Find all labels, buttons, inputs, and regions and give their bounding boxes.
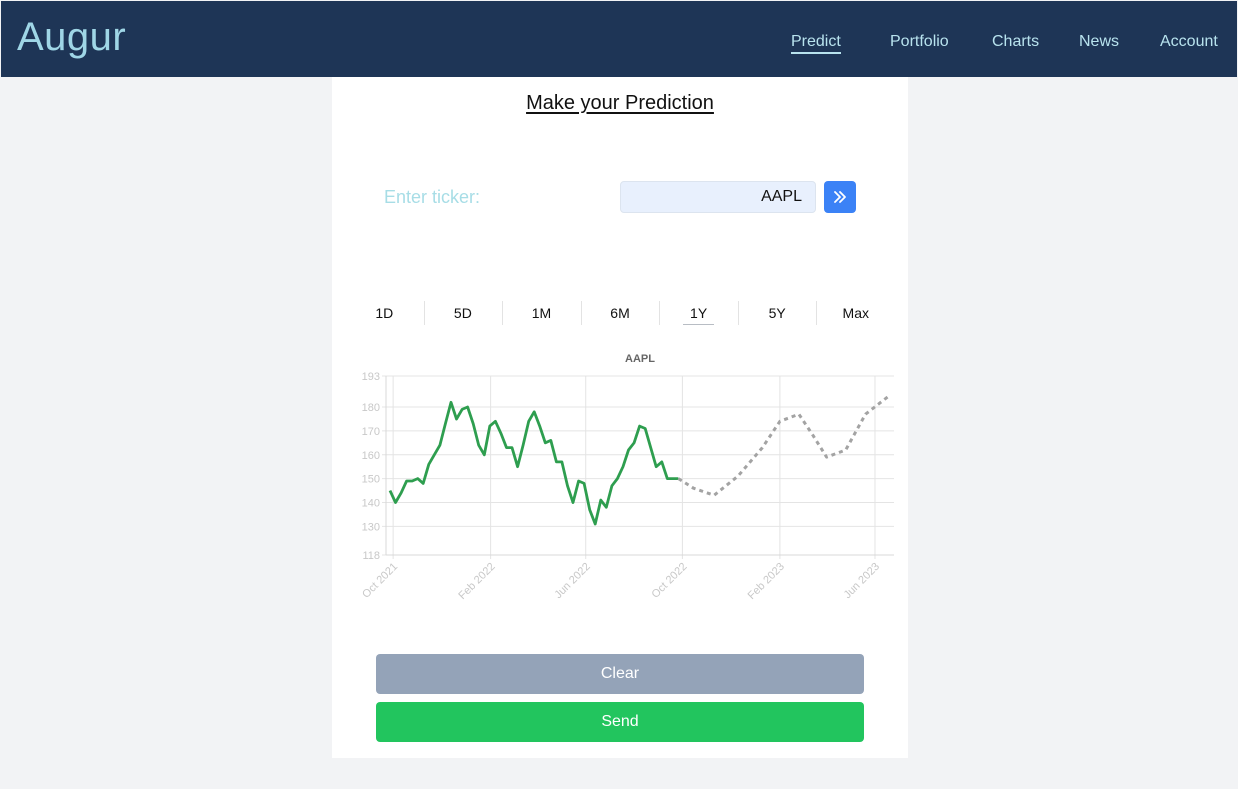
double-chevron-right-icon [834,191,846,203]
nav-news[interactable]: News [1079,33,1119,51]
chart-title: AAPL [625,353,655,365]
prediction-card: Make your Prediction Enter ticker: 1D 5D… [332,77,908,758]
range-tab-6m[interactable]: 6M [580,299,660,327]
range-tab-1d[interactable]: 1D [345,299,424,327]
range-tab-label: 5D [453,305,472,321]
y-tick-label: 193 [362,371,380,383]
send-button[interactable]: Send [376,702,864,742]
range-tab-max[interactable]: Max [816,299,895,327]
range-tab-1m[interactable]: 1M [502,299,581,327]
prediction-series-line [677,393,891,497]
range-tab-5d[interactable]: 5D [423,299,503,327]
history-series-line [388,400,679,526]
x-tick-label: Oct 2022 [649,561,689,601]
y-tick-label: 160 [362,450,380,462]
y-tick-label: 150 [362,474,380,486]
y-tick-label: 118 [362,550,380,562]
y-tick-label: 140 [362,497,380,509]
top-navbar: Augur Predict Portfolio Charts News Acco… [1,1,1237,77]
range-tab-label: 6M [610,305,630,321]
clear-button[interactable]: Clear [376,654,864,694]
brand-logo[interactable]: Augur [17,15,126,60]
range-tab-label: Max [842,305,869,321]
price-chart: AAPL 118 130 140 150 160 170 180 193 Oct 2021 Feb … [360,353,894,602]
range-tabs: 1D 5D 1M 6M 1Y 5Y Max [345,299,895,327]
range-tab-label: 1M [531,305,552,321]
range-tab-5y[interactable]: 5Y [737,299,817,327]
range-tab-label: 5Y [768,305,786,321]
x-tick-label: Feb 2023 [746,561,787,602]
nav-predict[interactable]: Predict [791,33,841,54]
x-tick-label: Jun 2023 [842,561,882,601]
nav-charts[interactable]: Charts [992,33,1039,51]
range-tab-label: 1D [375,305,394,321]
x-tick-label: Feb 2022 [456,561,497,602]
ticker-input[interactable] [620,181,816,213]
y-tick-label: 170 [362,426,380,438]
x-tick-label: Jun 2022 [552,561,592,601]
y-tick-label: 130 [362,521,380,533]
x-tick-label: Oct 2021 [360,561,400,601]
submit-ticker-button[interactable] [824,181,856,213]
range-tab-label: 1Y [683,305,715,325]
range-tab-1y[interactable]: 1Y [659,299,738,327]
nav-portfolio[interactable]: Portfolio [890,33,949,51]
page-title: Make your Prediction [526,92,714,114]
y-tick-label: 180 [362,402,380,414]
ticker-label: Enter ticker: [384,187,481,207]
nav-account[interactable]: Account [1160,33,1218,51]
